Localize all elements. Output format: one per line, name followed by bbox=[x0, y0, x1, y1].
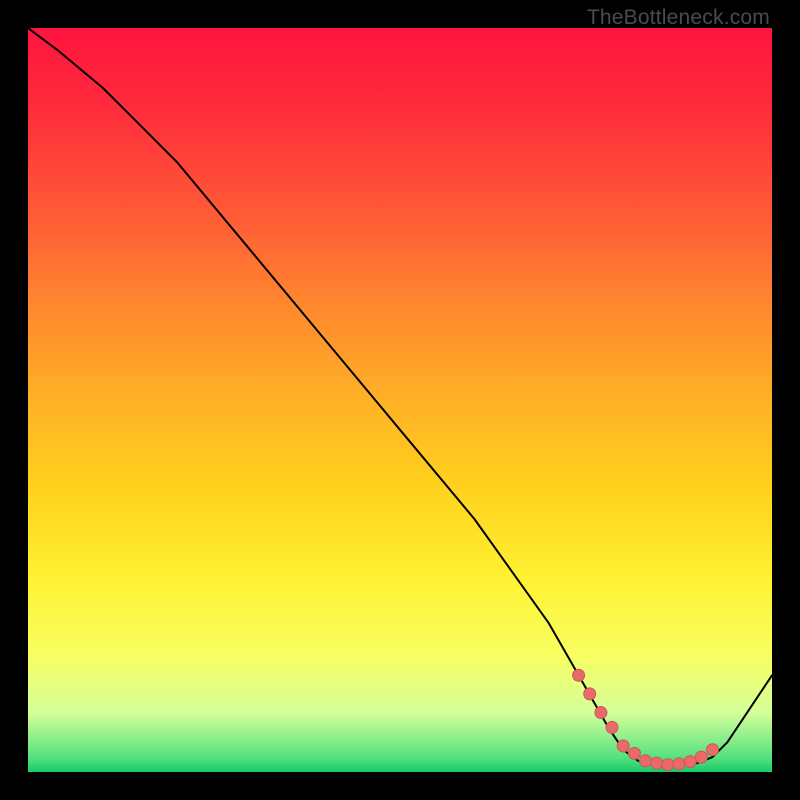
curve-svg bbox=[28, 28, 772, 772]
curve-marker bbox=[573, 669, 585, 681]
curve-marker bbox=[584, 688, 596, 700]
plot-area bbox=[28, 28, 772, 772]
curve-marker bbox=[651, 757, 663, 769]
curve-marker bbox=[695, 751, 707, 763]
bottleneck-curve bbox=[28, 28, 772, 765]
curve-marker bbox=[606, 721, 618, 733]
curve-marker bbox=[617, 740, 629, 752]
curve-marker bbox=[595, 707, 607, 719]
curve-marker bbox=[628, 747, 640, 759]
chart-frame: TheBottleneck.com bbox=[0, 0, 800, 800]
curve-marker bbox=[662, 759, 674, 771]
watermark-text: TheBottleneck.com bbox=[587, 6, 770, 30]
curve-marker bbox=[640, 755, 652, 767]
curve-marker bbox=[684, 756, 696, 768]
marker-group bbox=[573, 669, 719, 770]
curve-marker bbox=[707, 744, 719, 756]
curve-marker bbox=[673, 758, 685, 770]
